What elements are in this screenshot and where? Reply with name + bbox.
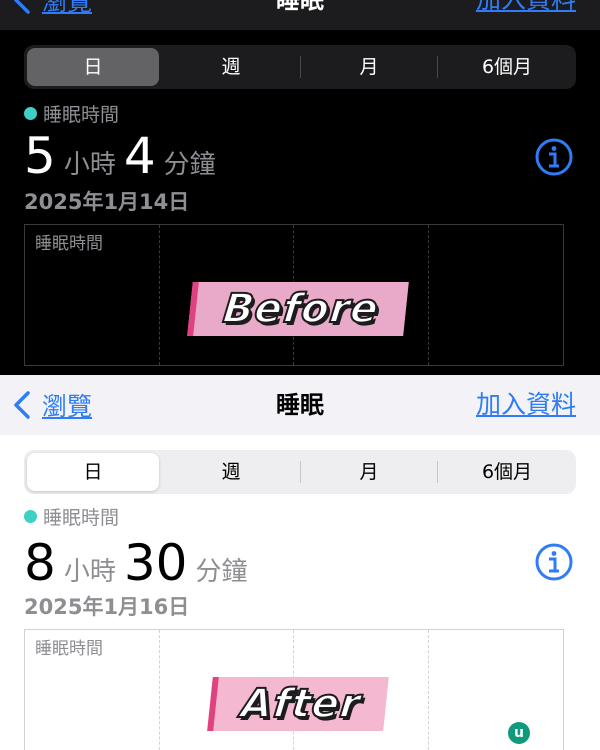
badge-text: After — [238, 680, 364, 728]
sleep-dot-icon — [24, 510, 37, 523]
info-icon[interactable] — [534, 137, 574, 177]
minutes-unit: 分鐘 — [195, 557, 248, 587]
grid-line — [159, 630, 160, 750]
segment-6-months[interactable]: 6個月 — [441, 48, 573, 86]
chevron-left-icon — [14, 0, 30, 14]
segment-month[interactable]: 月 — [303, 48, 435, 86]
chart-label: 睡眠時間 — [35, 639, 103, 659]
back-button[interactable]: 瀏覽 — [12, 0, 92, 20]
segment-divider — [437, 56, 438, 78]
date-label: 2025年1月16日 — [24, 595, 190, 619]
hours-value: 8 — [24, 534, 56, 592]
metric-label: 睡眠時間 — [43, 104, 120, 126]
info-icon[interactable] — [534, 542, 574, 582]
hours-unit: 小時 — [63, 557, 116, 587]
nav-bar: 瀏覽 睡眠 加入資料 — [0, 0, 600, 30]
back-label: 瀏覽 — [42, 0, 93, 16]
segment-6-months[interactable]: 6個月 — [441, 453, 573, 491]
grid-line — [428, 225, 429, 365]
segment-month[interactable]: 月 — [303, 453, 435, 491]
chevron-left-icon — [14, 391, 30, 419]
chart-label: 睡眠時間 — [35, 234, 103, 254]
sleep-dot-icon — [24, 107, 37, 120]
date-label: 2025年1月14日 — [24, 190, 190, 214]
hours-value: 5 — [24, 127, 56, 185]
period-segmented-control: 日 週 月 6個月 — [24, 450, 576, 494]
minutes-value: 30 — [123, 534, 188, 592]
sleep-duration: 8 小時 30 分鐘 — [24, 535, 255, 591]
minutes-value: 4 — [123, 127, 156, 185]
period-segmented-control: 日 週 月 6個月 — [24, 45, 576, 89]
segment-week[interactable]: 週 — [165, 453, 297, 491]
metric-label: 睡眠時間 — [43, 507, 120, 529]
add-data-button[interactable]: 加入資料 — [476, 385, 576, 425]
grid-line — [159, 225, 160, 365]
segment-divider — [437, 461, 438, 483]
before-screenshot: 瀏覽 睡眠 加入資料 日 週 月 6個月 睡眠時間 5 小時 4 分鐘 2025… — [0, 0, 600, 375]
back-button[interactable]: 瀏覽 — [12, 385, 92, 425]
segment-day[interactable]: 日 — [27, 48, 159, 86]
badge-text: Before — [220, 285, 382, 333]
after-badge: After — [207, 677, 389, 731]
minutes-unit: 分鐘 — [163, 150, 216, 180]
metric-legend: 睡眠時間 — [24, 503, 119, 530]
nav-bar: 瀏覽 睡眠 加入資料 — [0, 375, 600, 435]
segment-week[interactable]: 週 — [165, 48, 297, 86]
back-label: 瀏覽 — [42, 392, 93, 421]
add-data-button[interactable]: 加入資料 — [476, 0, 576, 20]
metric-legend: 睡眠時間 — [24, 100, 119, 127]
after-screenshot: 瀏覽 睡眠 加入資料 日 週 月 6個月 睡眠時間 8 小時 30 分鐘 202… — [0, 375, 600, 750]
sleep-duration: 5 小時 4 分鐘 — [24, 128, 224, 184]
hours-unit: 小時 — [63, 150, 116, 180]
segment-divider — [300, 461, 301, 483]
watermark-logo-icon: u — [508, 722, 530, 744]
before-badge: Before — [187, 282, 409, 336]
segment-day[interactable]: 日 — [27, 453, 159, 491]
grid-line — [428, 630, 429, 750]
segment-divider — [300, 56, 301, 78]
